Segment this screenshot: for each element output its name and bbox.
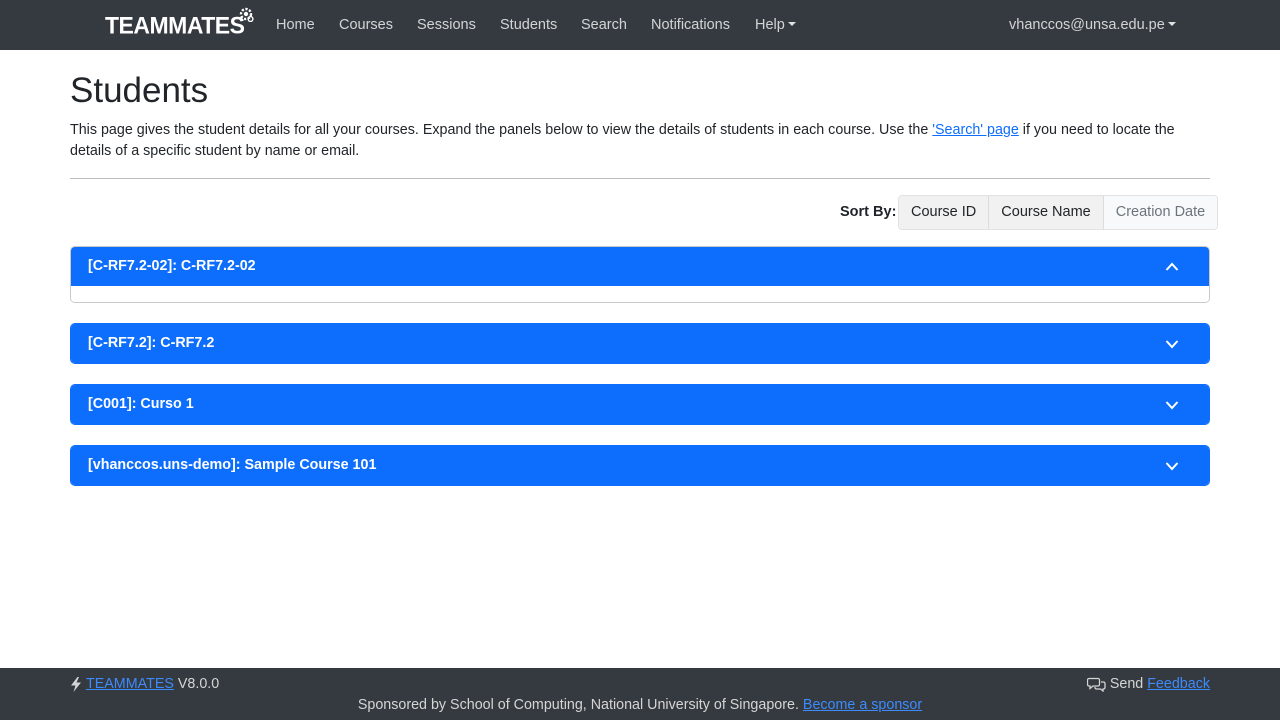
sort-button-group: Course ID Course Name Creation Date xyxy=(898,195,1219,230)
chat-bubbles-icon xyxy=(1086,677,1106,692)
course-panel: [C001]: Curso 1 xyxy=(70,384,1210,425)
nav-students[interactable]: Students xyxy=(500,0,557,50)
caret-down-icon xyxy=(1167,22,1176,26)
sort-course-id-button[interactable]: Course ID xyxy=(899,196,990,229)
teammates-logo[interactable]: TEAMMATES xyxy=(105,7,254,42)
intro-text-before: This page gives the student details for … xyxy=(70,122,933,138)
chevron-down-icon xyxy=(1165,401,1179,410)
nav-sessions[interactable]: Sessions xyxy=(417,0,476,50)
caret-down-icon xyxy=(787,22,796,26)
course-panel: [C-RF7.2-02]: C-RF7.2-02 xyxy=(70,246,1210,303)
brand-text: TEAMMATES xyxy=(105,11,245,39)
gear-icon xyxy=(239,7,254,22)
footer: TEAMMATES V8.0.0 Send Feedback Sponsored… xyxy=(0,668,1280,720)
user-menu-dropdown[interactable]: vhanccos@unsa.edu.pe xyxy=(1009,0,1176,50)
become-sponsor-link[interactable]: Become a sponsor xyxy=(803,697,922,713)
course-title: [vhanccos.uns-demo]: Sample Course 101 xyxy=(88,457,377,473)
course-panel-header[interactable]: [vhanccos.uns-demo]: Sample Course 101 xyxy=(71,446,1209,485)
version-text: V8.0.0 xyxy=(177,676,220,692)
lightning-bolt-icon xyxy=(71,676,81,692)
course-title: [C001]: Curso 1 xyxy=(88,396,194,412)
page-title: Students xyxy=(70,71,209,110)
course-panel: [vhanccos.uns-demo]: Sample Course 101 xyxy=(70,445,1210,486)
page-intro: This page gives the student details for … xyxy=(70,120,1210,162)
search-page-link[interactable]: 'Search' page xyxy=(932,122,1019,138)
course-panel-body xyxy=(71,286,1209,302)
course-panel: [C-RF7.2]: C-RF7.2 xyxy=(70,323,1210,364)
course-title: [C-RF7.2]: C-RF7.2 xyxy=(88,335,215,351)
nav-search[interactable]: Search xyxy=(581,0,627,50)
chevron-down-icon xyxy=(1165,340,1179,349)
course-panel-header[interactable]: [C-RF7.2-02]: C-RF7.2-02 xyxy=(71,247,1209,286)
send-text: Send xyxy=(1109,676,1144,692)
feedback-link[interactable]: Feedback xyxy=(1147,675,1210,693)
nav-home[interactable]: Home xyxy=(276,0,315,50)
nav-notifications[interactable]: Notifications xyxy=(651,0,730,50)
teammates-link[interactable]: TEAMMATES xyxy=(86,675,174,693)
nav-help-label: Help xyxy=(755,17,785,33)
sort-creation-date-button[interactable]: Creation Date xyxy=(1103,196,1218,229)
user-email: vhanccos@unsa.edu.pe xyxy=(1009,17,1165,33)
footer-feedback: Send Feedback xyxy=(1086,675,1210,693)
footer-version: TEAMMATES V8.0.0 xyxy=(70,675,219,693)
course-panel-header[interactable]: [C001]: Curso 1 xyxy=(71,385,1209,424)
nav-help-dropdown[interactable]: Help xyxy=(755,0,796,50)
top-navbar: TEAMMATES Home Courses Sessions Students… xyxy=(0,0,1280,50)
course-panel-header[interactable]: [C-RF7.2]: C-RF7.2 xyxy=(71,324,1209,363)
chevron-down-icon xyxy=(1165,462,1179,471)
sort-course-name-button[interactable]: Course Name xyxy=(989,196,1104,229)
sort-by-label: Sort By: xyxy=(840,204,897,220)
footer-sponsor: Sponsored by School of Computing, Nation… xyxy=(0,696,1280,714)
chevron-up-icon xyxy=(1165,262,1179,271)
sponsor-text: Sponsored by School of Computing, Nation… xyxy=(357,697,799,713)
course-title: [C-RF7.2-02]: C-RF7.2-02 xyxy=(88,258,256,274)
divider xyxy=(70,178,1210,179)
nav-courses[interactable]: Courses xyxy=(339,0,393,50)
